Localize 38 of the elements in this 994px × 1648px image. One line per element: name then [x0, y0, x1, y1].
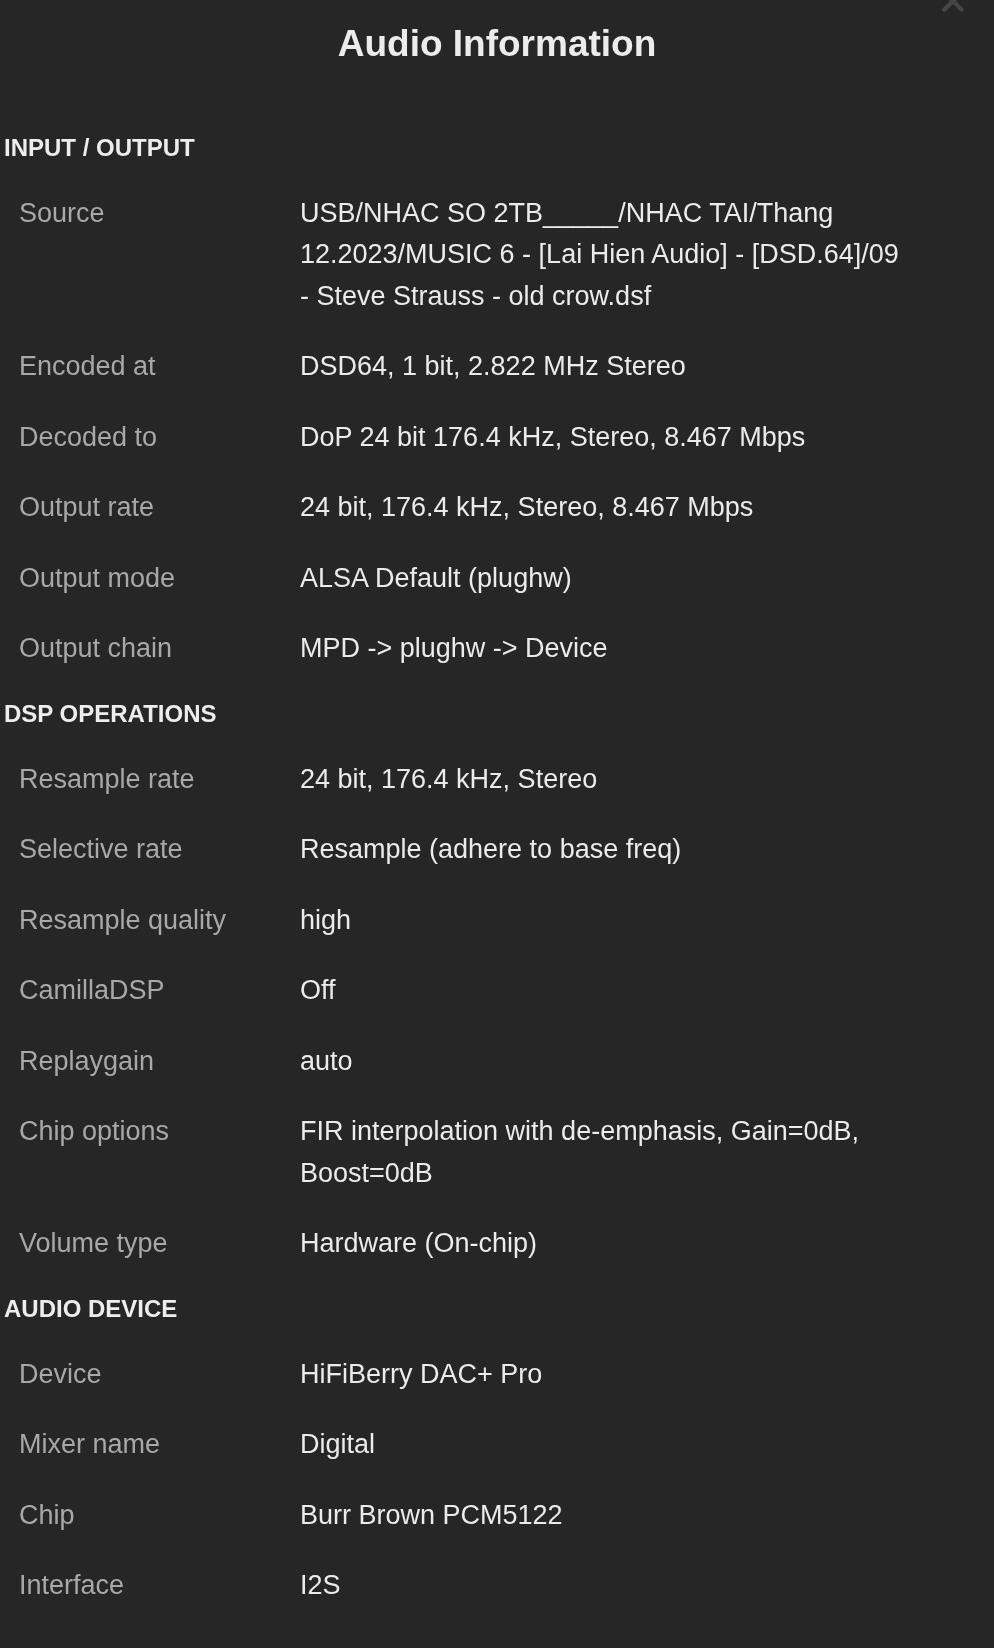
info-label: Output chain	[19, 632, 173, 665]
info-label: Output mode	[19, 561, 176, 595]
info-value: Off	[300, 974, 337, 1007]
info-value: DoP 24 bit 176.4 kHz, Stereo, 8.467 Mbps	[300, 420, 807, 454]
info-value: Resample (adhere to base freq)	[300, 833, 683, 866]
info-value: 24 bit, 176.4 kHz, Stereo, 8.467 Mbps	[300, 491, 755, 524]
info-value: high	[300, 903, 353, 937]
section-heading: INPUT / OUTPUT	[3, 133, 195, 163]
info-value: DSD64, 1 bit, 2.822 MHz Stereo	[300, 350, 687, 383]
info-value: Hardware (On-chip)	[300, 1227, 539, 1260]
info-value: Digital	[300, 1428, 377, 1461]
info-label: Chip options	[19, 1115, 170, 1148]
info-value: FIR interpolation with de-emphasis, Gain=0dB, Boost=0dB	[300, 1115, 861, 1190]
info-value: ALSA Default (plughw)	[300, 561, 573, 595]
info-label: Output rate	[19, 491, 155, 524]
section-heading: DSP OPERATIONS	[3, 699, 217, 729]
info-label: Chip	[19, 1498, 75, 1532]
dialog-title: Audio Information	[337, 22, 657, 66]
info-label: CamillaDSP	[19, 974, 165, 1007]
info-label: Encoded at	[19, 350, 156, 383]
info-value: I2S	[300, 1569, 342, 1602]
info-value: 24 bit, 176.4 kHz, Stereo	[300, 762, 599, 796]
info-label: Resample quality	[19, 903, 227, 937]
info-label: Volume type	[19, 1227, 168, 1260]
info-label: Mixer name	[19, 1428, 161, 1461]
info-label: Device	[19, 1357, 102, 1391]
info-value: USB/NHAC SO 2TB_____/NHAC TAI/Thang 12.2023/MUSIC 6 - [Lai Hien Audio] - [DSD.64]/09 - Steve Strauss - old crow.dsf	[300, 196, 900, 313]
info-label: Decoded to	[19, 420, 158, 454]
info-value: HiFiBerry DAC+ Pro	[300, 1357, 544, 1391]
info-value: MPD -> plughw -> Device	[300, 632, 609, 665]
info-label: Source	[19, 196, 105, 230]
info-value: auto	[300, 1044, 354, 1078]
info-label: Interface	[19, 1569, 125, 1602]
info-label: Replaygain	[19, 1044, 155, 1078]
info-label: Resample rate	[19, 762, 195, 796]
info-value: Burr Brown PCM5122	[300, 1498, 564, 1532]
section-heading: AUDIO DEVICE	[3, 1294, 178, 1324]
info-label: Selective rate	[19, 833, 183, 866]
